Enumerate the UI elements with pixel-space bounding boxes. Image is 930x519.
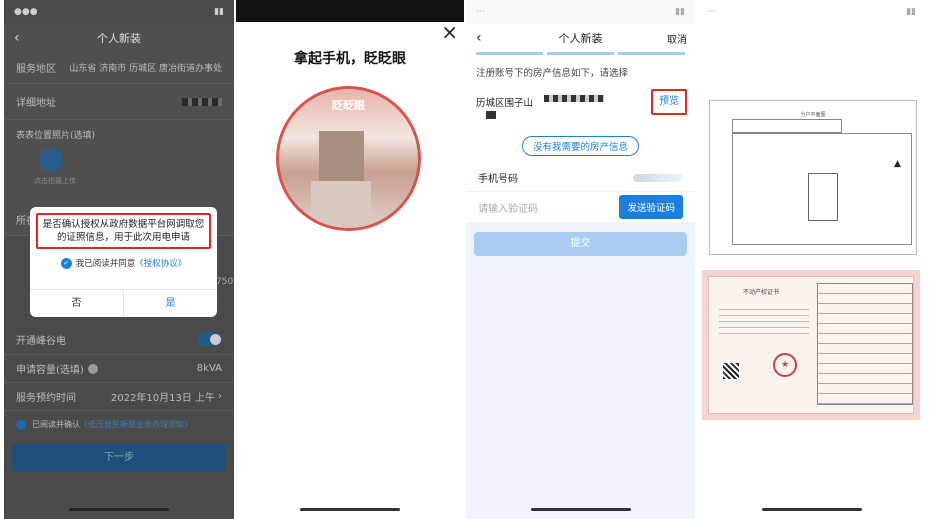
screenshot-collage: ●●● ▮▮ ‹ 个人新装 服务地区 山东省 济南市 历城区 唐冶街道办事处 详细… bbox=[0, 0, 930, 519]
notice-text: 已阅读并确认 bbox=[32, 420, 80, 429]
camera-icon[interactable] bbox=[39, 148, 63, 172]
back-icon[interactable]: ‹ bbox=[14, 30, 20, 46]
photo-label: 表表位置照片(选填) bbox=[16, 130, 96, 141]
property-intro: 注册账号下的房产信息如下，请选择 bbox=[466, 55, 695, 85]
panel-authorization: ●●● ▮▮ ‹ 个人新装 服务地区 山东省 济南市 历城区 唐冶街道办事处 详细… bbox=[4, 0, 234, 519]
status-bar: ●●● ▮▮ bbox=[14, 7, 224, 17]
phone-label: 手机号码 bbox=[478, 174, 518, 185]
status-bar: ··· ▮▮ bbox=[707, 7, 916, 17]
service-area-label: 服务地区 bbox=[16, 64, 56, 75]
time-value: 2022年10月13日 上午 bbox=[110, 393, 215, 404]
info-icon[interactable] bbox=[87, 363, 98, 374]
no-button[interactable]: 否 bbox=[30, 290, 124, 317]
address-row[interactable]: 详细地址 bbox=[4, 84, 234, 120]
capacity-label: 申请容量(选填) bbox=[16, 365, 84, 376]
floorplan-table bbox=[732, 119, 842, 133]
photo-upload-label: 点击拍摄上传 bbox=[34, 177, 76, 185]
preview-button[interactable]: 预览 bbox=[651, 89, 687, 115]
panel-documents: ··· ▮▮ 分户平面图 ▲ 不动产权证书 ★ bbox=[697, 0, 926, 519]
face-label: 眨眨眼 bbox=[332, 99, 365, 112]
agreement-link[interactable]: 《授权协议》 bbox=[135, 257, 186, 269]
check-icon[interactable]: ✓ bbox=[60, 257, 72, 269]
notice-check-icon[interactable] bbox=[16, 419, 26, 430]
service-area-row[interactable]: 服务地区 山东省 济南市 历城区 唐冶街道办事处 bbox=[4, 52, 234, 84]
floorplan-doc[interactable]: 分户平面图 ▲ bbox=[709, 100, 917, 255]
nav-bar: ‹ 个人新装 取消 bbox=[466, 24, 695, 52]
address-label: 详细地址 bbox=[16, 98, 56, 109]
close-icon[interactable]: × bbox=[441, 20, 458, 44]
property-card[interactable]: 历城区围子山 预览 bbox=[466, 85, 695, 127]
home-indicator bbox=[530, 508, 631, 511]
service-area-value: 山东省 济南市 历城区 唐冶街道办事处 bbox=[69, 64, 222, 74]
agree-row[interactable]: ✓ 我已阅读并同意 《授权协议》 bbox=[30, 257, 217, 269]
status-bar: ··· ▮▮ bbox=[466, 0, 695, 24]
valley-row: 开通峰谷电 bbox=[4, 325, 234, 355]
photo-row: 表表位置照片(选填) bbox=[4, 120, 234, 148]
no-property-button[interactable]: 没有我需要的房产信息 bbox=[521, 136, 639, 156]
floorplan-room bbox=[808, 173, 838, 221]
panel-property-select: ··· ▮▮ ‹ 个人新装 取消 注册账号下的房产信息如下，请选择 历城区围子山 … bbox=[466, 0, 695, 519]
home-indicator bbox=[69, 508, 169, 511]
notice-row[interactable]: 已阅读并确认 《低压居民新装业务办理须知》 bbox=[4, 411, 234, 438]
progress-bar bbox=[466, 52, 695, 55]
valley-toggle[interactable] bbox=[198, 333, 222, 346]
yes-button[interactable]: 是 bbox=[124, 290, 217, 317]
time-label: 服务预约时间 bbox=[16, 393, 76, 404]
dialog-message-box: 是否确认授权从政府数据平台网调取您的证照信息，用于此次用电申请 bbox=[36, 213, 211, 249]
capacity-row[interactable]: 申请容量(选填) 8kVA bbox=[4, 355, 234, 383]
face-frame: 眨眨眼 bbox=[276, 86, 421, 231]
phone-row[interactable]: 手机号码 bbox=[466, 164, 695, 192]
face-title: 拿起手机，眨眨眼 bbox=[294, 51, 406, 67]
notice-link[interactable]: 《低压居民新装业务办理须知》 bbox=[80, 419, 192, 430]
next-button[interactable]: 下一步 bbox=[12, 444, 226, 472]
send-code-button[interactable]: 发送验证码 bbox=[619, 195, 683, 219]
no-property-row: 没有我需要的房产信息 bbox=[466, 127, 695, 164]
seal-icon: ★ bbox=[773, 353, 797, 377]
shirt-blur bbox=[311, 181, 371, 228]
status-bar-dark bbox=[236, 0, 464, 22]
address-redacted bbox=[182, 97, 222, 106]
page-title: 个人新装 bbox=[558, 32, 603, 45]
property-redacted-2 bbox=[486, 111, 496, 119]
dialog-message: 是否确认授权从政府数据平台网调取您的证照信息，用于此次用电申请 bbox=[42, 219, 205, 243]
submit-button[interactable]: 提交 bbox=[474, 232, 687, 256]
nav-bar: ‹ 个人新装 bbox=[4, 24, 234, 52]
panel-face-verify: × 拿起手机，眨眨眼 眨眨眼 bbox=[236, 0, 464, 519]
home-indicator bbox=[300, 508, 400, 511]
face-blur bbox=[319, 131, 364, 186]
certificate-table bbox=[817, 283, 913, 405]
back-icon[interactable]: ‹ bbox=[476, 30, 482, 46]
north-arrow-icon: ▲ bbox=[894, 159, 901, 169]
page-title: 个人新装 bbox=[97, 32, 141, 45]
phone-redacted bbox=[633, 173, 683, 182]
floorplan-title: 分户平面图 bbox=[800, 112, 826, 118]
authorization-dialog: 是否确认授权从政府数据平台网调取您的证照信息，用于此次用电申请 ✓ 我已阅读并同… bbox=[30, 207, 217, 317]
certificate-doc[interactable]: 不动产权证书 ★ bbox=[702, 270, 920, 420]
certificate-text bbox=[719, 309, 809, 337]
chevron-right-icon: › bbox=[218, 391, 222, 402]
dialog-buttons: 否 是 bbox=[30, 289, 217, 317]
property-address: 历城区围子山 bbox=[476, 98, 534, 109]
certificate-title: 不动产权证书 bbox=[742, 289, 779, 296]
property-redacted bbox=[544, 95, 604, 102]
cancel-button[interactable]: 取消 bbox=[667, 31, 687, 46]
code-row: 请输入验证码 发送验证码 bbox=[466, 192, 695, 222]
time-row[interactable]: 服务预约时间 2022年10月13日 上午 › bbox=[4, 383, 234, 411]
side-number: 750 bbox=[216, 277, 234, 287]
photo-upload[interactable]: 点击拍摄上传 bbox=[4, 148, 234, 204]
lower-form: 开通峰谷电 申请容量(选填) 8kVA 服务预约时间 2022年10月13日 上… bbox=[4, 325, 234, 472]
home-indicator bbox=[761, 508, 862, 511]
valley-label: 开通峰谷电 bbox=[16, 336, 66, 347]
qr-code-icon bbox=[723, 363, 739, 379]
code-input[interactable]: 请输入验证码 bbox=[478, 200, 538, 215]
capacity-value: 8kVA bbox=[196, 363, 222, 374]
agree-text: 我已阅读并同意 bbox=[75, 259, 136, 269]
